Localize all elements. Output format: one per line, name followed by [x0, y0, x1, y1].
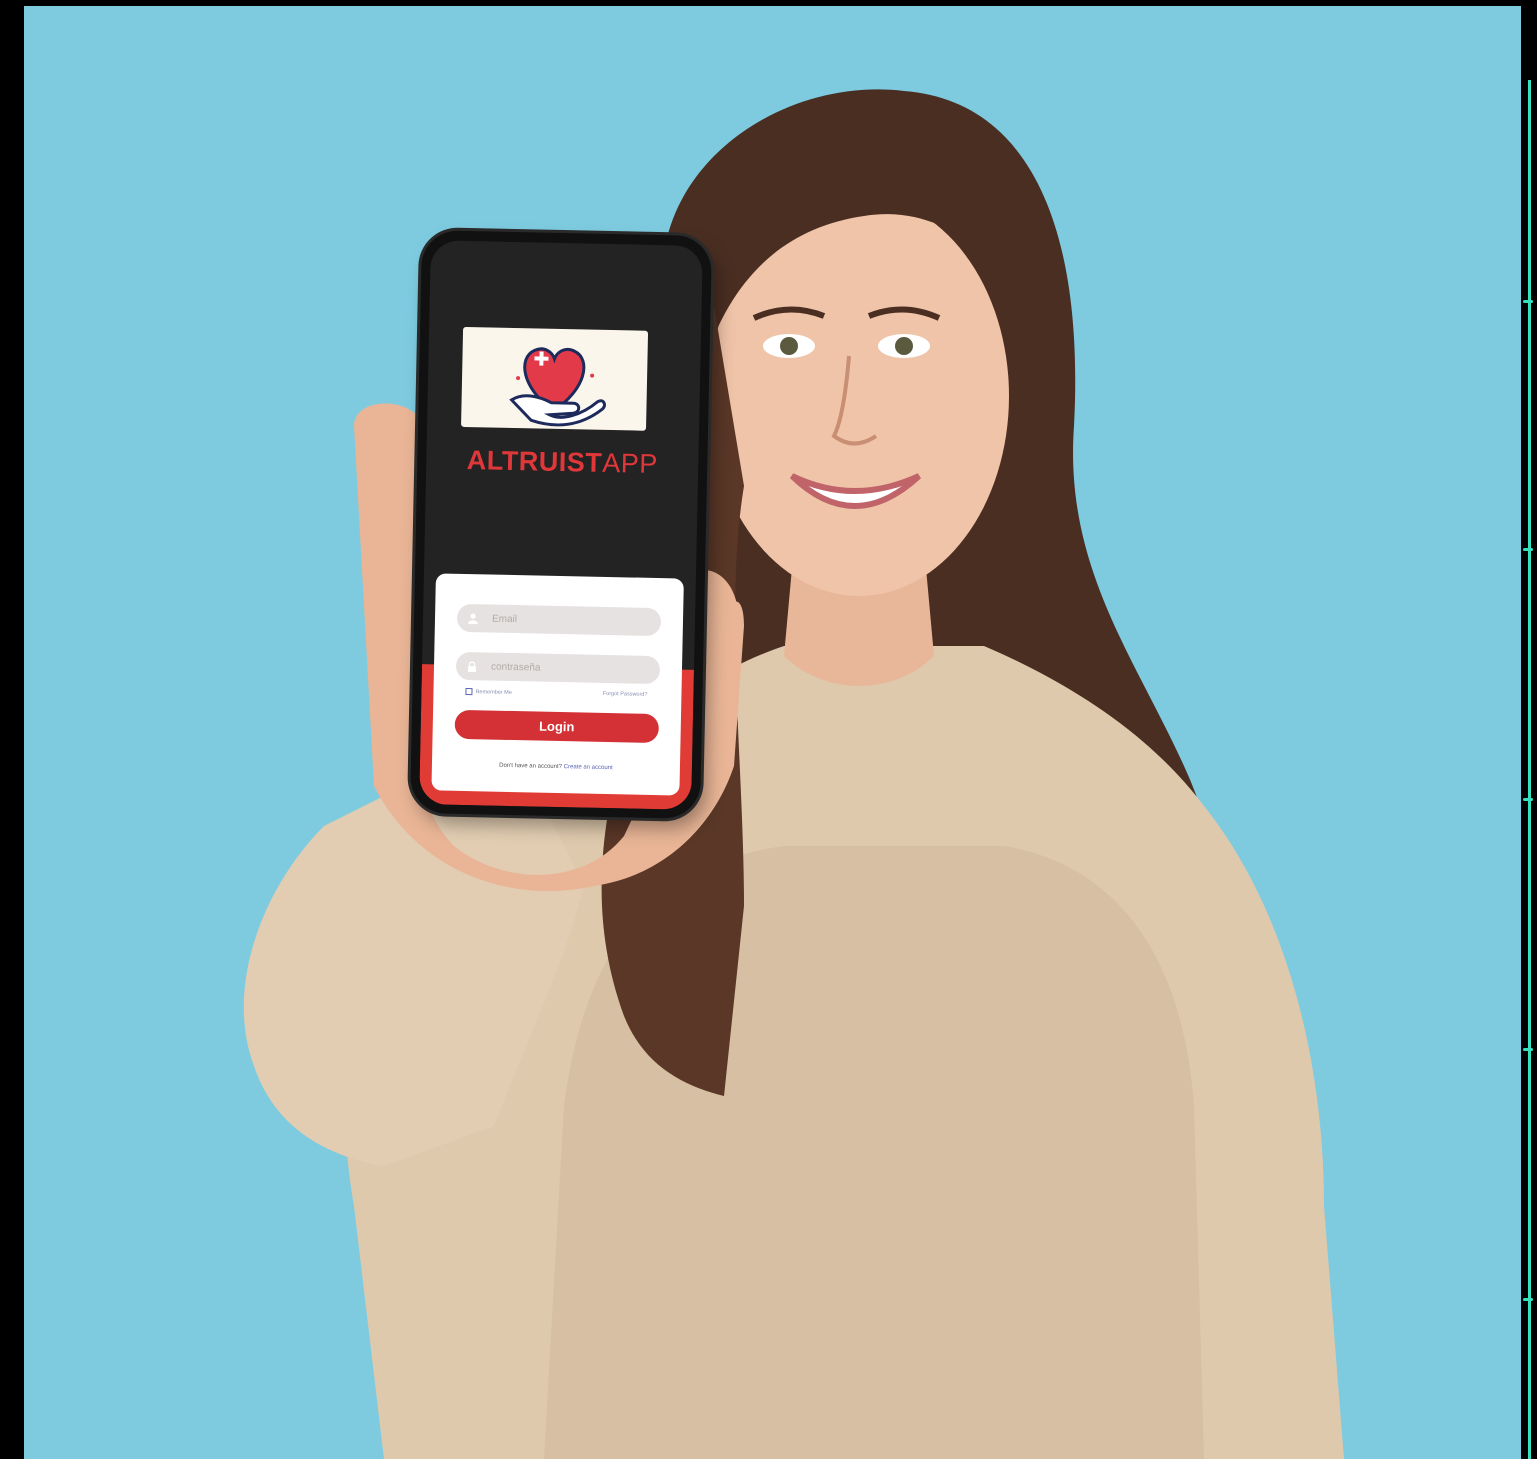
login-card: Email contraseña Remember Me Forgot Pass… [431, 573, 684, 796]
login-options-row: Remember Me Forgot Password? [465, 686, 648, 700]
forgot-password-link[interactable]: Forgot Password? [603, 691, 648, 698]
accent-tick [1523, 798, 1533, 801]
lock-icon [465, 659, 479, 673]
user-icon [466, 611, 480, 625]
smartphone: ALTRUISTAPP Email contraseña Remember Me… [409, 230, 713, 819]
image-frame: ALTRUISTAPP Email contraseña Remember Me… [0, 0, 1537, 1459]
accent-tick [1523, 1298, 1533, 1301]
side-accent-line [1528, 80, 1531, 1459]
accent-tick [1523, 548, 1533, 551]
app-logo-card [461, 326, 649, 431]
no-account-text: Don't have an account? [499, 762, 563, 771]
remember-me-label: Remember Me [475, 688, 512, 696]
email-placeholder: Email [491, 613, 518, 625]
create-account-link[interactable]: Create an account [564, 764, 613, 771]
heart-in-hand-icon [509, 347, 606, 427]
password-field[interactable]: contraseña [455, 651, 661, 685]
accent-tick [1523, 1048, 1533, 1051]
email-field[interactable]: Email [456, 603, 662, 637]
login-button[interactable]: Login [454, 709, 660, 744]
app-brand-name: ALTRUISTAPP [426, 444, 699, 481]
app-login-screen: ALTRUISTAPP Email contraseña Remember Me… [419, 240, 703, 810]
woman-holding-phone-illustration [243, 89, 1344, 1459]
brand-name-bold: ALTRUIST [466, 445, 603, 478]
password-placeholder: contraseña [490, 661, 541, 674]
photo-background: ALTRUISTAPP Email contraseña Remember Me… [24, 6, 1521, 1459]
remember-me-checkbox[interactable]: Remember Me [465, 687, 512, 696]
brand-name-light: APP [601, 447, 659, 480]
signup-prompt: Don't have an account? Create an account [432, 761, 680, 772]
accent-tick [1523, 300, 1533, 303]
checkbox-icon [465, 687, 473, 695]
